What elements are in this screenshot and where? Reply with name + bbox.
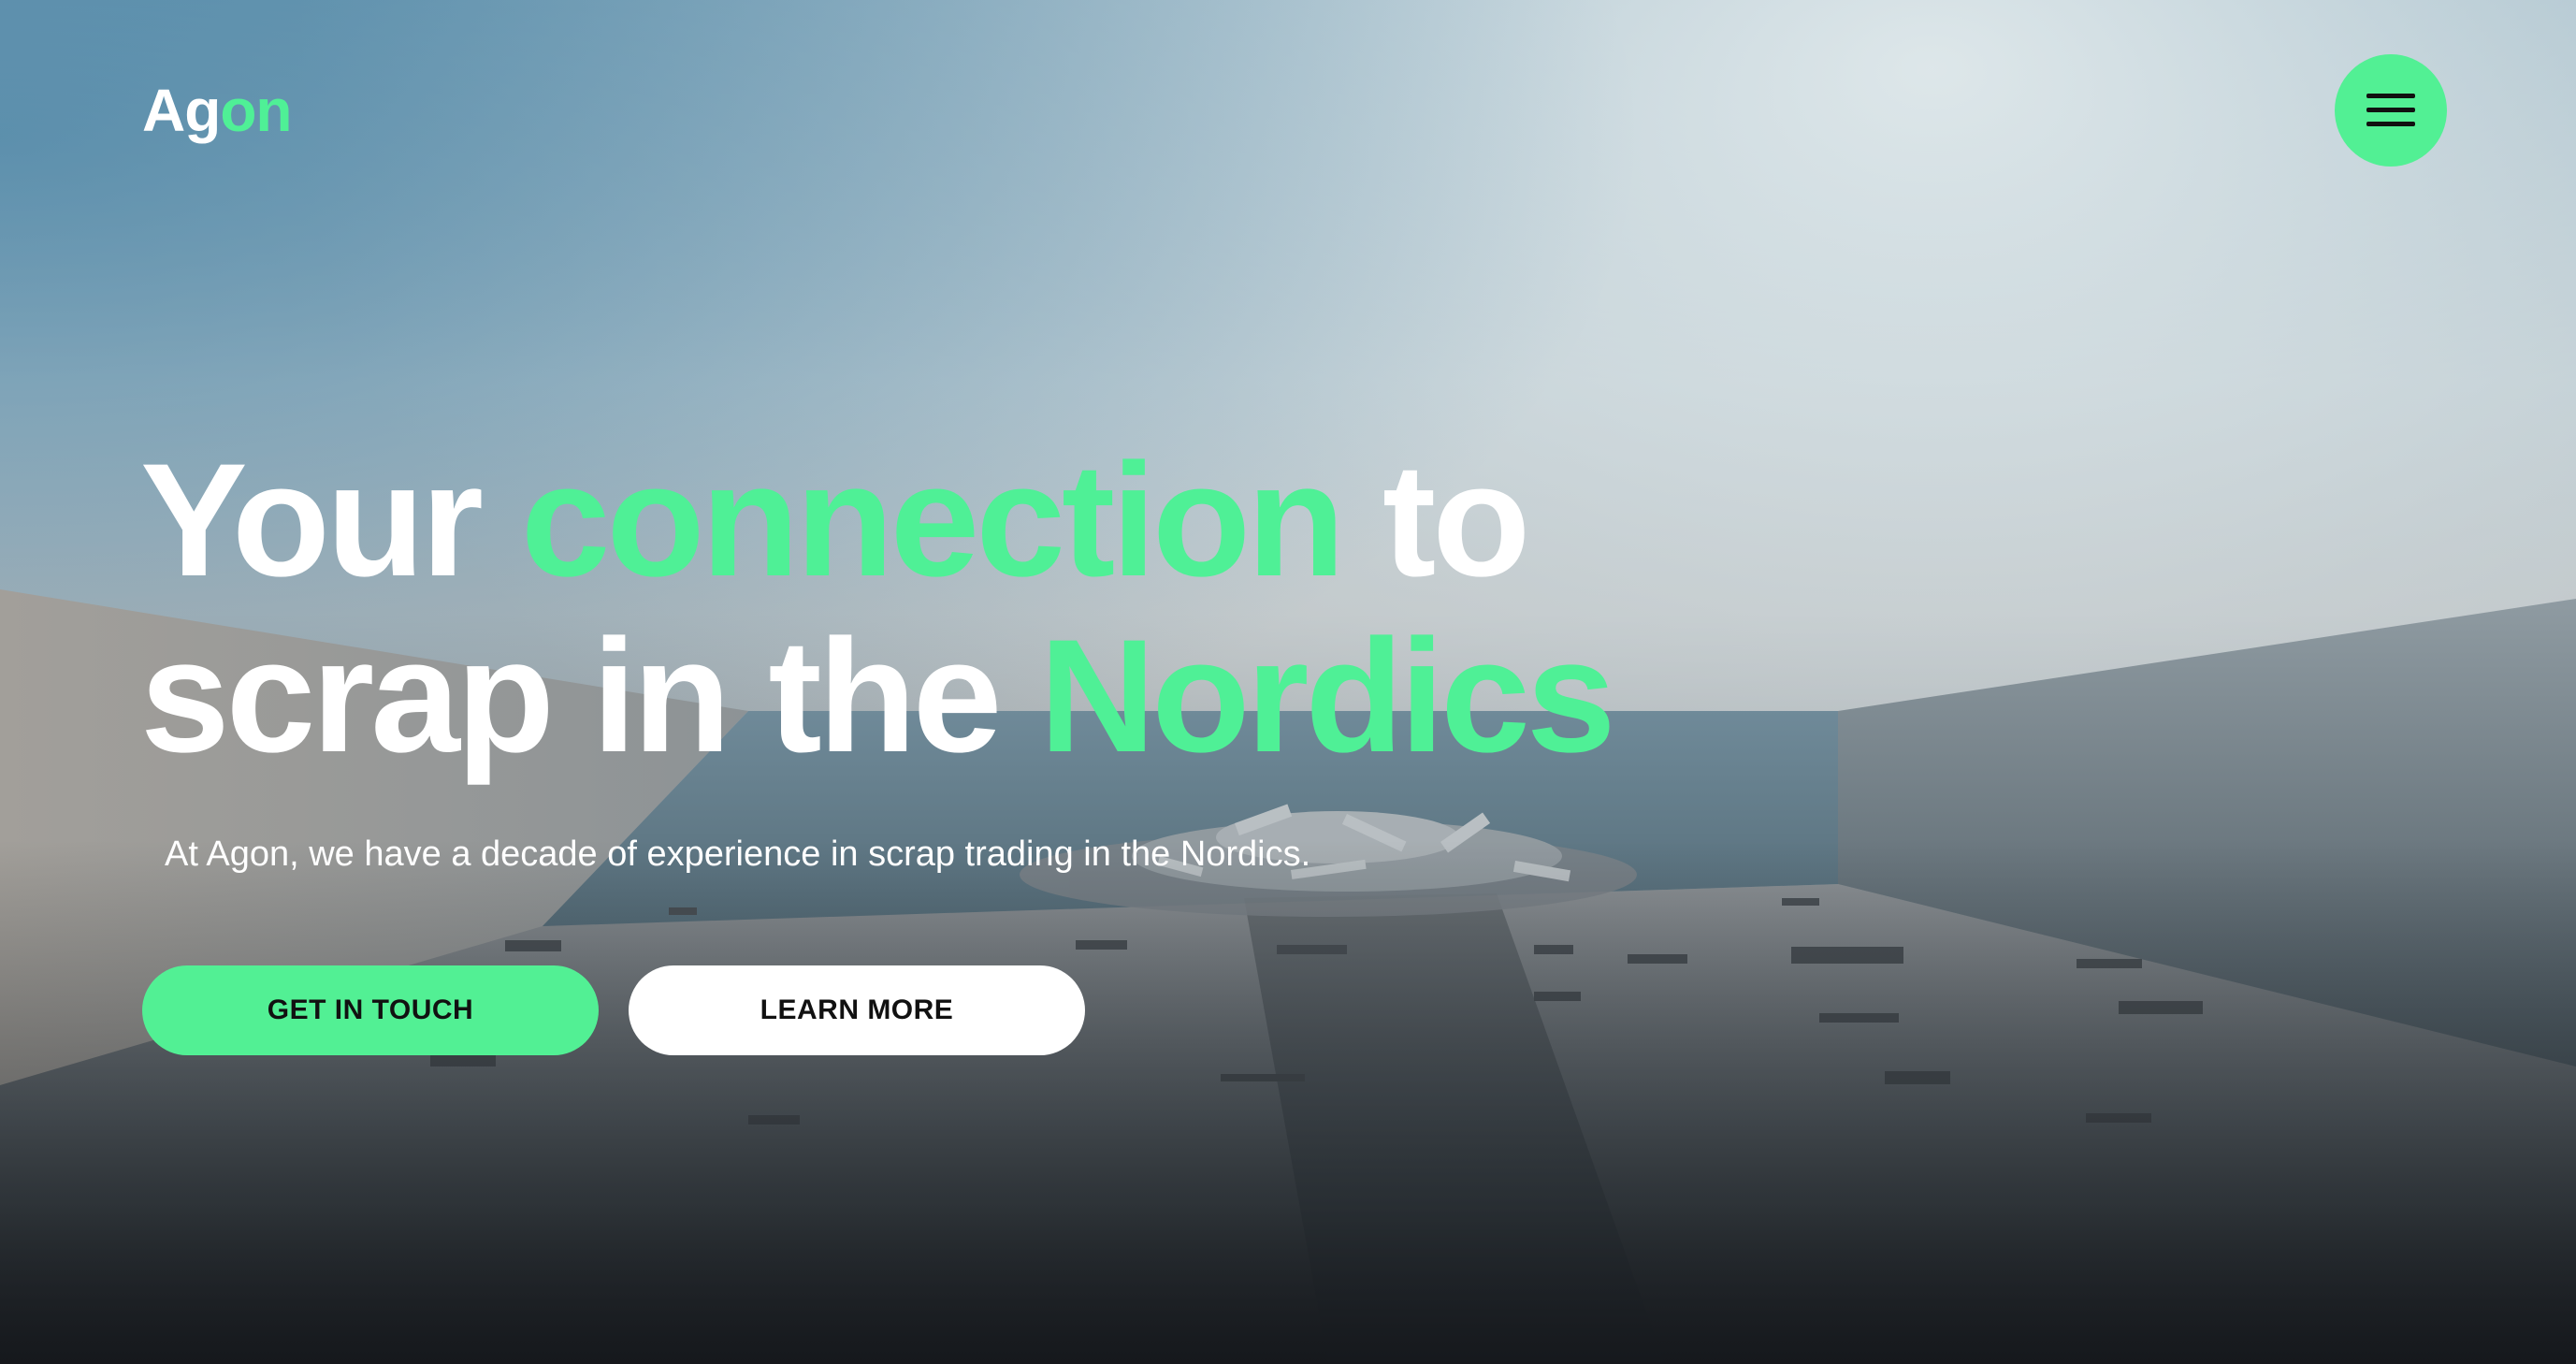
learn-more-button[interactable]: LEARN MORE [629, 965, 1085, 1055]
hero-section: Agon Your connection to scrap in the Nord… [0, 0, 2576, 1364]
headline-text: Your [140, 430, 521, 610]
agon-logo[interactable]: Agon [142, 77, 293, 144]
headline-text: scrap in the [140, 606, 1040, 786]
menu-button[interactable] [2335, 54, 2447, 167]
hamburger-menu-icon [2366, 94, 2415, 127]
hero-headline: Your connection to scrap in the Nordics [140, 430, 1616, 786]
logo-text-part2: on [220, 77, 292, 144]
headline-highlight: Nordics [1039, 606, 1615, 786]
get-in-touch-button[interactable]: GET IN TOUCH [142, 965, 599, 1055]
bottom-fade-overlay [0, 840, 2576, 1364]
hero-subtitle: At Agon, we have a decade of experience … [165, 834, 1311, 874]
headline-highlight: connection [520, 430, 1345, 610]
headline-text: to [1341, 430, 1530, 610]
logo-text-part1: Ag [142, 77, 221, 144]
